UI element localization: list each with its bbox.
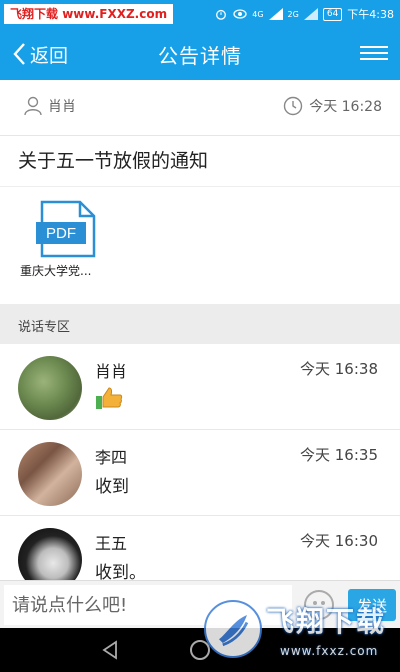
menu-button[interactable]	[360, 42, 388, 66]
app-header: 返回 公告详情	[0, 28, 400, 80]
page-title: 公告详情	[158, 44, 242, 68]
comment-input[interactable]	[4, 585, 292, 625]
menu-icon-line	[360, 58, 388, 60]
pdf-file-icon: PDF	[36, 200, 96, 258]
time-label: 今天 16:28	[309, 99, 382, 115]
notice-time: 今天 16:28	[283, 96, 382, 116]
comment-time: 今天 16:35	[300, 446, 378, 464]
avatar[interactable]	[18, 356, 82, 420]
notice-title: 关于五一节放假的通知	[18, 150, 209, 172]
status-indicators: 4G 2G 64 下午4:38	[214, 5, 394, 23]
eye-icon	[233, 9, 247, 19]
comment-author: 王五	[95, 534, 128, 553]
comment-time: 今天 16:30	[300, 532, 378, 550]
menu-icon-line	[360, 46, 388, 48]
watermark-top: 飞翔下载 www.FXXZ.com	[4, 4, 174, 24]
signal-icon-2	[303, 8, 318, 20]
notice-author: 肖肖	[24, 96, 76, 116]
section-title: 说话专区	[18, 320, 71, 335]
emoji-eye	[313, 601, 317, 605]
comments-section-header: 说话专区	[0, 304, 400, 344]
menu-icon-line	[360, 52, 388, 54]
nav-home-icon[interactable]	[190, 640, 210, 660]
emoji-button[interactable]	[304, 590, 334, 620]
divider	[0, 186, 400, 187]
comment-item: 李四 今天 16:35 收到	[0, 430, 400, 516]
watermark-brand: 飞翔下载	[10, 7, 59, 21]
notice-meta-row: 肖肖 今天 16:28	[0, 80, 400, 136]
thumbs-up-emoji-icon	[96, 387, 123, 409]
comment-author: 李四	[95, 448, 128, 467]
clock: 下午4:38	[347, 8, 394, 21]
comment-author: 肖肖	[95, 362, 128, 381]
send-button[interactable]: 发送	[348, 589, 396, 621]
comment-time: 今天 16:38	[300, 360, 378, 378]
battery-indicator: 64	[322, 7, 343, 21]
system-nav-bar	[0, 628, 400, 672]
attachment-item[interactable]: PDF 重庆大学党...	[20, 200, 116, 284]
comment-item: 肖肖 今天 16:38	[0, 344, 400, 430]
user-icon	[24, 96, 42, 116]
alarm-icon	[216, 9, 227, 20]
emoji-eye	[321, 601, 325, 605]
avatar[interactable]	[18, 442, 82, 506]
status-bar: 飞翔下载 www.FXXZ.com 4G 2G 64 下午4:38	[0, 0, 400, 28]
comment-text: 收到	[95, 477, 129, 497]
author-name: 肖肖	[48, 99, 76, 115]
watermark-url: www.FXXZ.com	[62, 7, 168, 21]
nav-back-icon[interactable]	[100, 640, 120, 660]
clock-icon	[284, 96, 303, 116]
comment-list: 肖肖 今天 16:38 李四 今天 16:35 收到 王五 今天 16:30 收…	[0, 344, 400, 602]
pdf-label: PDF	[46, 225, 76, 242]
signal-2g-label: 2G	[287, 9, 299, 19]
comment-input-bar: 发送	[0, 580, 400, 628]
signal-4g-label: 4G	[252, 9, 264, 19]
signal-icon	[268, 8, 283, 20]
attachment-name: 重庆大学党...	[20, 264, 92, 278]
